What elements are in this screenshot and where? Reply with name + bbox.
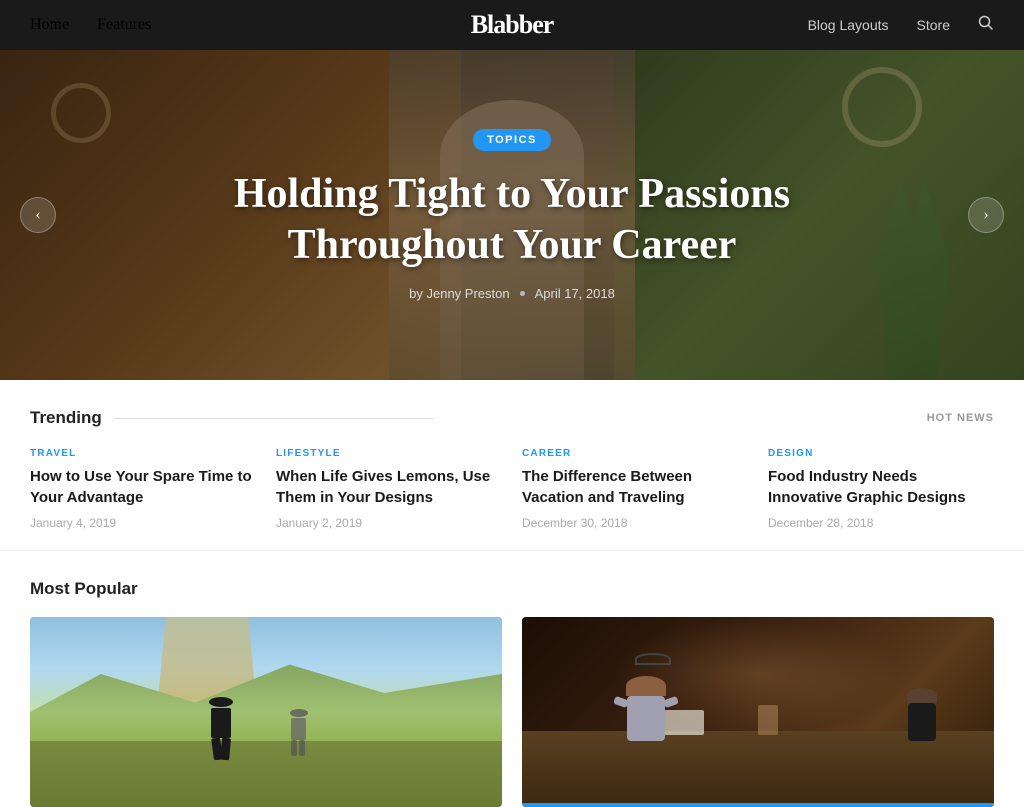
trending-section: Trending HOT NEWS TRAVEL How to Use Your… [0,380,1024,551]
trending-header: Trending HOT NEWS [30,408,994,428]
hero-author: by Jenny Preston [409,286,509,301]
popular-title: Most Popular [30,579,994,599]
hero-content: TOPICS Holding Tight to Your Passions Th… [154,129,870,301]
popular-grid [30,617,994,807]
category-tag: CAREER [522,448,748,459]
popular-section: Most Popular [0,551,1024,807]
card-date: December 30, 2018 [522,516,748,530]
popular-card-workshop[interactable] [522,617,994,807]
card-date: December 28, 2018 [768,516,994,530]
hero-prev-button[interactable]: ‹ [20,197,56,233]
card-title: Food Industry Needs Innovative Graphic D… [768,466,994,508]
hero-title: Holding Tight to Your Passions Throughou… [234,169,790,270]
nav-logo[interactable]: Blabber [471,10,554,40]
nav-features[interactable]: Features [97,16,151,34]
trending-card-0[interactable]: TRAVEL How to Use Your Spare Time to You… [30,448,256,530]
hero-next-button[interactable]: › [968,197,1004,233]
hero-meta: by Jenny Preston April 17, 2018 [234,286,790,301]
hot-news-label: HOT NEWS [927,412,994,424]
trending-card-3[interactable]: DESIGN Food Industry Needs Innovative Gr… [768,448,994,530]
trending-title: Trending [30,408,434,428]
card-title: How to Use Your Spare Time to Your Advan… [30,466,256,508]
meta-dot [520,291,525,296]
category-tag: LIFESTYLE [276,448,502,459]
card-title: When Life Gives Lemons, Use Them in Your… [276,466,502,508]
hero-section: ‹ TOPICS Holding Tight to Your Passions … [0,50,1024,380]
main-nav: Home Features Blabber Blog Layouts Store [0,0,1024,50]
category-tag: TRAVEL [30,448,256,459]
card-date: January 2, 2019 [276,516,502,530]
trending-grid: TRAVEL How to Use Your Spare Time to You… [30,448,994,530]
nav-blog-layouts[interactable]: Blog Layouts [808,17,889,33]
popular-card-runners[interactable] [30,617,502,807]
hero-badge[interactable]: TOPICS [473,129,551,151]
nav-home[interactable]: Home [30,16,69,34]
chevron-right-icon: › [983,206,988,224]
trending-card-1[interactable]: LIFESTYLE When Life Gives Lemons, Use Th… [276,448,502,530]
category-tag: DESIGN [768,448,994,459]
trending-card-2[interactable]: CAREER The Difference Between Vacation a… [522,448,748,530]
card-date: January 4, 2019 [30,516,256,530]
nav-store[interactable]: Store [917,17,950,33]
card-title: The Difference Between Vacation and Trav… [522,466,748,508]
chevron-left-icon: ‹ [35,206,40,224]
search-icon[interactable] [978,15,994,36]
card-blue-bar-2 [522,803,994,807]
hero-date: April 17, 2018 [535,286,615,301]
